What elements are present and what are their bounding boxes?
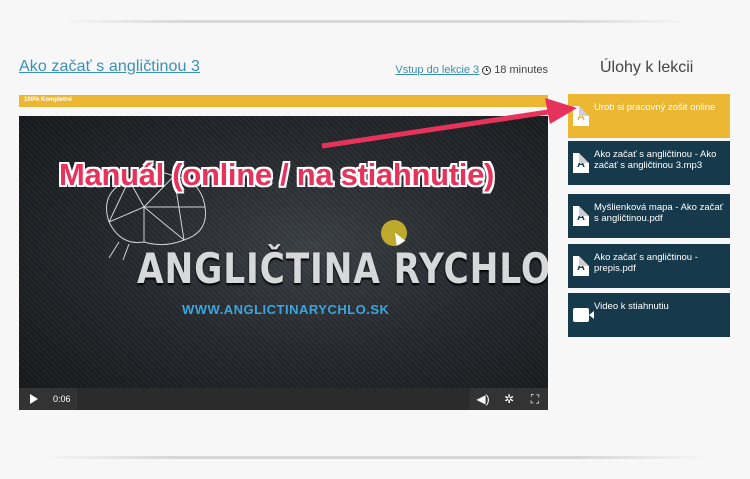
current-time: 0:06 [49,388,77,410]
brand-website: WWW.ANGLICTINARYCHLO.SK [182,302,390,317]
volume-button[interactable]: ◀) [470,388,496,410]
lesson-entry-link[interactable]: Vstup do lekcie 3 [395,64,479,76]
top-divider [60,20,690,23]
lesson-meta: Vstup do lekcie 3 18 minutes [395,64,548,76]
fullscreen-button[interactable]: ⛶ [522,388,548,410]
video-icon [568,293,594,337]
task-label: Ako začať s angličtinou - Ako začať s an… [594,149,717,171]
pdf-icon: A [568,94,594,138]
task-label: Urob si pracovný zošit online [594,102,716,113]
settings-button[interactable]: ✲ [496,388,522,410]
volume-icon: ◀) [476,392,490,406]
progress-bar: 100% Kompletné [19,95,548,107]
task-transcript-pdf[interactable]: A Ako začať s angličtinou - prepis.pdf [568,244,730,288]
play-button[interactable] [19,388,49,410]
pdf-icon: A [568,141,594,185]
task-workbook-online[interactable]: A Urob si pracovný zošit online [568,94,730,138]
task-audio-mp3[interactable]: A Ako začať s angličtinou - Ako začať s … [568,141,730,185]
task-label: Myšlienková mapa - Ako začať s angličtin… [594,202,724,224]
task-mind-map-pdf[interactable]: A Myšlienková mapa - Ako začať s angličt… [568,194,730,238]
pdf-icon: A [568,194,594,238]
fullscreen-icon: ⛶ [530,391,540,406]
pdf-icon: A [568,244,594,288]
seek-bar[interactable] [77,388,470,410]
task-video-download[interactable]: Video k stiahnutiu [568,293,730,337]
progress-label: 100% Kompletné [24,97,73,103]
tasks-heading: Úlohy k lekcii [600,59,694,76]
gear-icon: ✲ [503,392,515,406]
lesson-duration: 18 minutes [494,64,548,76]
task-label: Video k stiahnutiu [594,301,669,312]
play-icon [30,394,38,404]
bottom-divider [40,456,710,459]
task-label: Ako začať s angličtinou - prepis.pdf [594,252,698,274]
clock-icon [482,65,492,75]
brand-title: ANGLIČTINA RYCHLO [137,244,548,293]
lesson-title[interactable]: Ako začať s angličtinou 3 [19,58,200,76]
video-controls: 0:06 ◀) ✲ ⛶ [19,388,548,410]
video-player[interactable]: ANGLIČTINA RYCHLO WWW.ANGLICTINARYCHLO.S… [19,116,548,410]
annotation-overlay: Manuál (online / na stiahnutie) [59,157,495,192]
